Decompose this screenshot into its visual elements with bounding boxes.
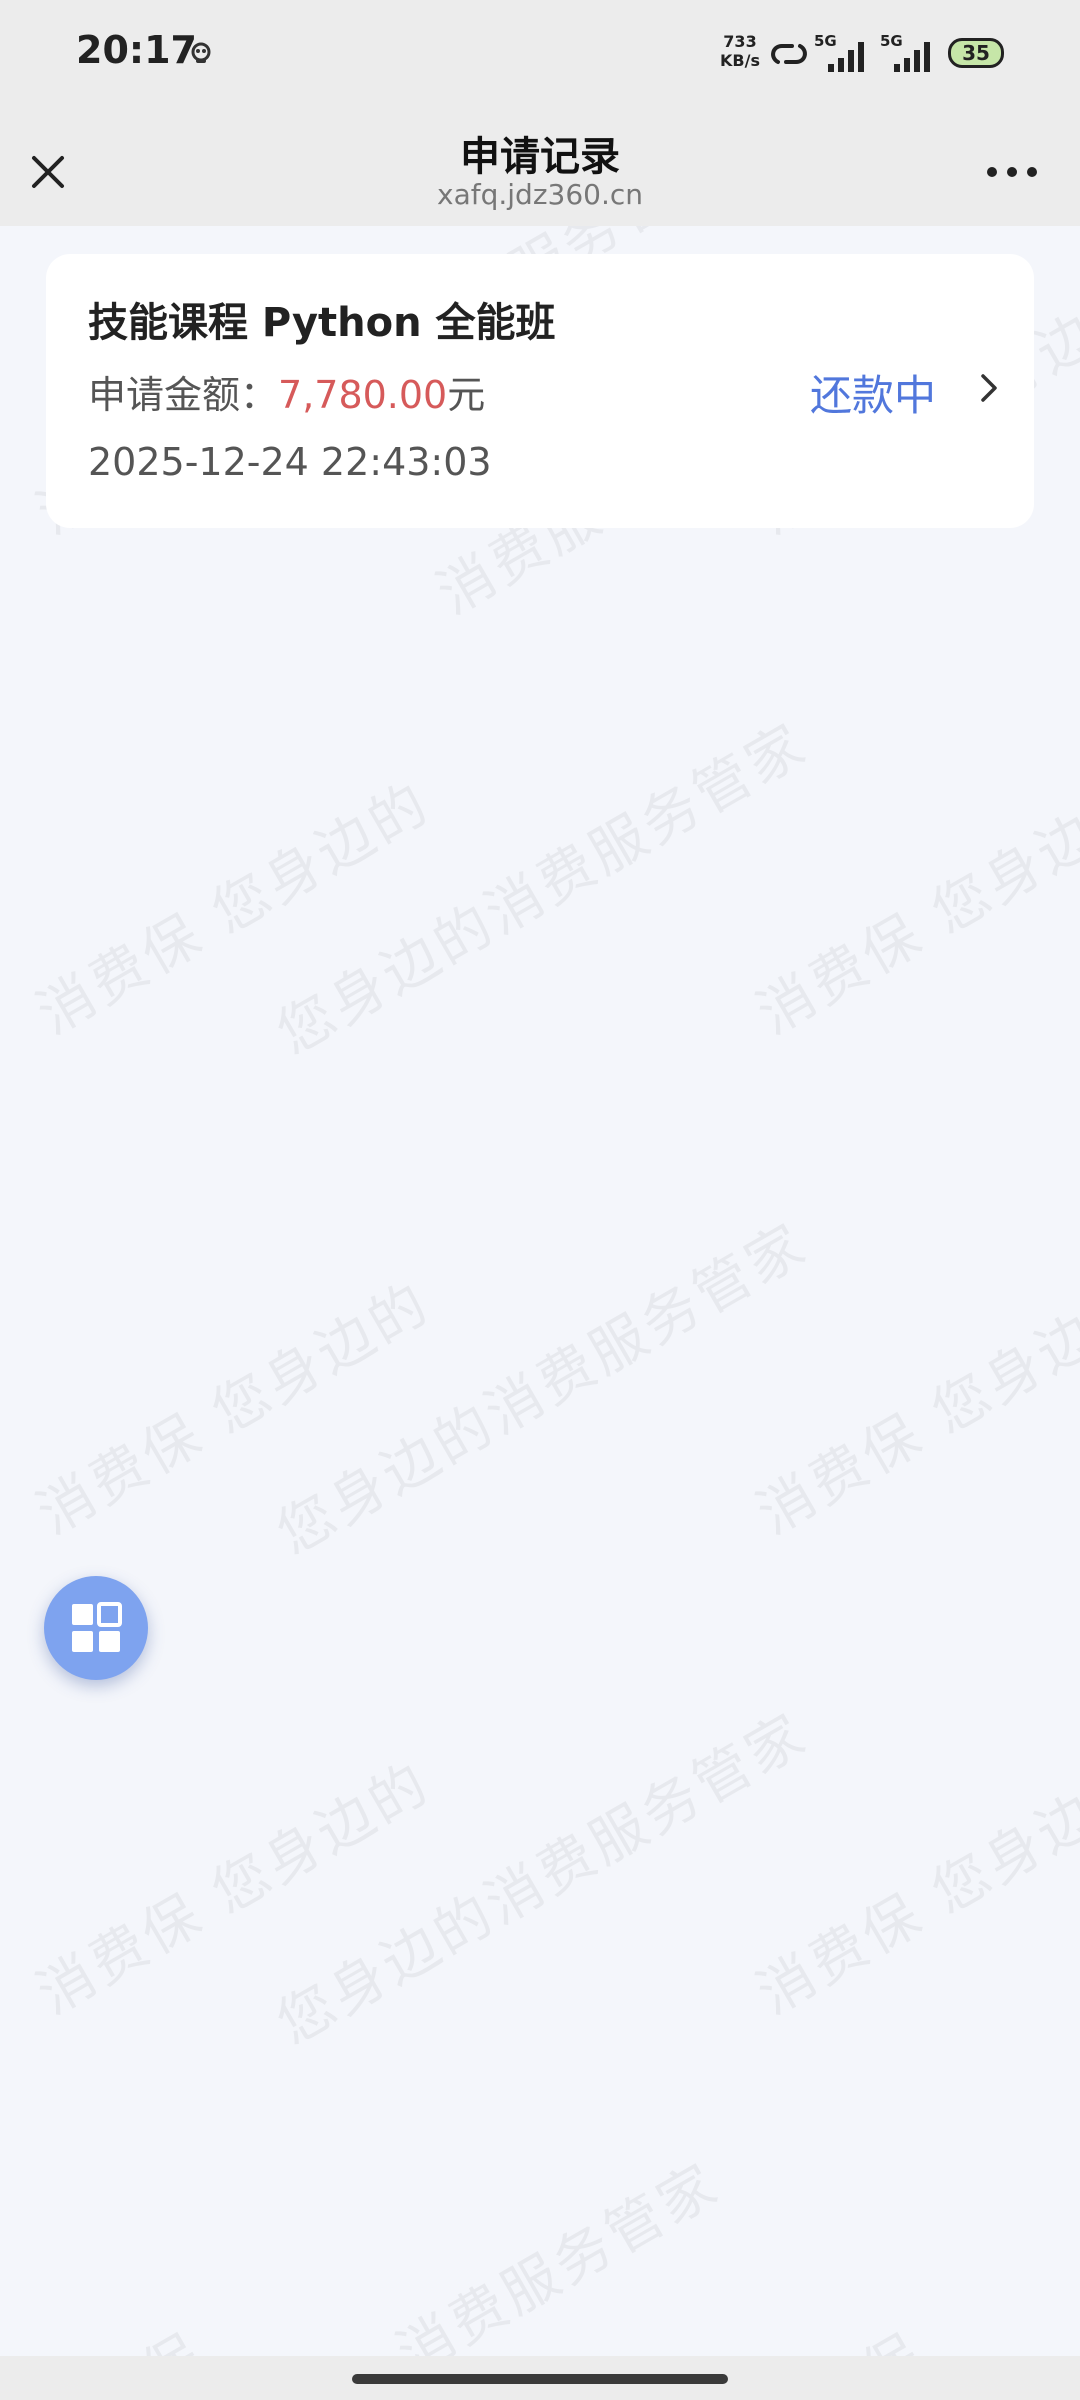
amount-label: 申请金额： (88, 373, 279, 417)
amount-unit: 元 (447, 373, 486, 417)
signal-bars-icon (828, 42, 864, 72)
sim1-signal: 5G (814, 32, 870, 74)
watermark-text: 您身边的消费服务管家 (266, 1701, 819, 2058)
watermark-text: 消费服务管家 (386, 2151, 731, 2388)
signal-bars-icon (894, 42, 930, 72)
navigation-bar (0, 2356, 1080, 2400)
floating-menu-button[interactable] (44, 1576, 148, 1680)
network-speed-value: 733 (723, 32, 757, 51)
more-horizontal-icon[interactable] (980, 150, 1044, 194)
page-header: 申请记录 xafq.jdz360.cn (0, 110, 1080, 226)
page-title: 申请记录 (460, 134, 620, 180)
record-title: 技能课程 Python 全能班 (88, 300, 556, 346)
status-label: 还款中 (810, 371, 937, 420)
watermark-text: 您身边的消费服务管家 (266, 711, 819, 1068)
watermark-text: 您身边的消费服务管家 (266, 1211, 819, 1568)
watermark-text: 消费保 您身边的 (26, 1750, 442, 2028)
record-amount-row: 申请金额：7,780.00元 (88, 364, 485, 419)
hotspot-link-icon (771, 44, 807, 64)
record-card[interactable]: 技能课程 Python 全能班 申请金额：7,780.00元 还款中 2025-… (46, 254, 1034, 528)
record-date: 2025-12-24 22:43:03 (88, 440, 492, 484)
app-notification-icon (191, 42, 211, 63)
page-url: xafq.jdz360.cn (437, 178, 643, 211)
watermark-text: 消费保 您身边 (746, 1300, 1080, 1548)
status-bar: 20:17 733 KB/s 5G 5G 35 (0, 0, 1080, 110)
watermark-text: 消费保 您身边 (746, 800, 1080, 1048)
chevron-right-icon (981, 374, 997, 402)
network-speed-unit: KB/s (720, 51, 760, 70)
home-indicator[interactable] (352, 2374, 728, 2384)
watermark-text: 消费保 您身边的 (26, 1270, 442, 1548)
status-time: 20:17 (76, 28, 197, 72)
grid-icon (72, 1602, 122, 1652)
sim2-signal: 5G (880, 32, 936, 74)
watermark-text: 消费保 您身边的 (26, 770, 442, 1048)
network-speed: 733 KB/s (716, 32, 764, 70)
amount-value: 7,780.00 (278, 373, 448, 417)
battery-indicator: 35 (948, 38, 1004, 68)
watermark-text: 消费保 您身边 (746, 1780, 1080, 2028)
